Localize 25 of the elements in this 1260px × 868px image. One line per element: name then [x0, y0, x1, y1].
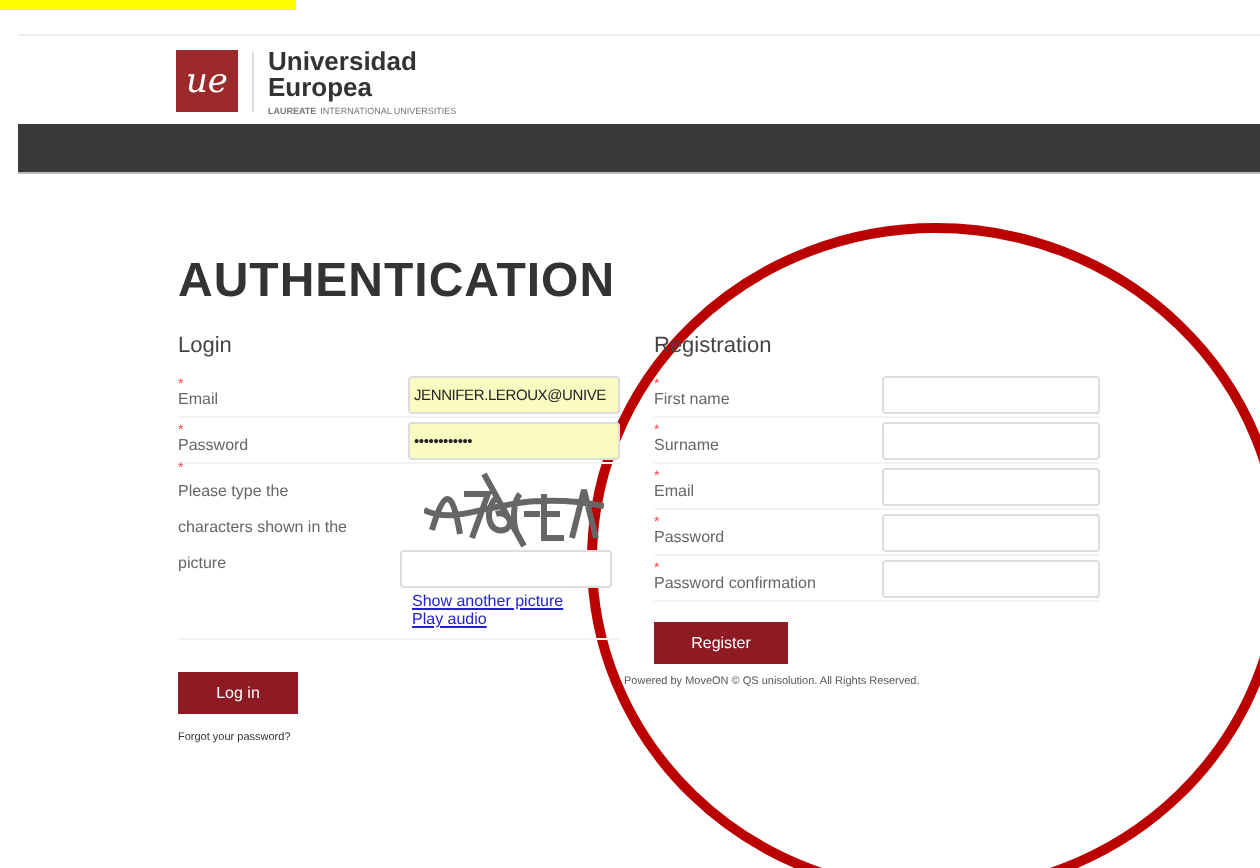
show-another-picture-link[interactable]: Show another picture — [412, 592, 612, 610]
text-field[interactable] — [882, 421, 1100, 459]
text-field[interactable] — [882, 375, 1100, 413]
field-label: Email — [654, 482, 697, 500]
logo-title: Europea — [268, 73, 375, 99]
logo-mark: ue — [176, 50, 238, 112]
captcha-label: characters shown in the — [178, 516, 349, 540]
field-label: Password confirmation — [654, 574, 818, 592]
field-label: Password — [654, 528, 727, 546]
captcha-label: picture — [178, 552, 229, 576]
captcha-label: Please type the — [178, 480, 291, 504]
field-label: Email — [178, 390, 221, 408]
section-heading: Login — [178, 334, 234, 358]
text-field[interactable] — [882, 467, 1100, 505]
page-title: AUTHENTICATION — [178, 254, 618, 310]
captcha-input[interactable] — [400, 550, 612, 588]
field-label: First name — [654, 390, 732, 408]
field-label: Password — [178, 436, 251, 454]
text-field[interactable] — [882, 559, 1100, 597]
play-audio-link[interactable]: Play audio — [412, 610, 612, 628]
field-label: Surname — [654, 436, 721, 454]
logo-title: Universidad — [268, 47, 419, 73]
log-in-button[interactable]: Log in — [178, 672, 298, 714]
register-button[interactable]: Register — [654, 622, 788, 664]
text-field[interactable] — [882, 513, 1100, 551]
